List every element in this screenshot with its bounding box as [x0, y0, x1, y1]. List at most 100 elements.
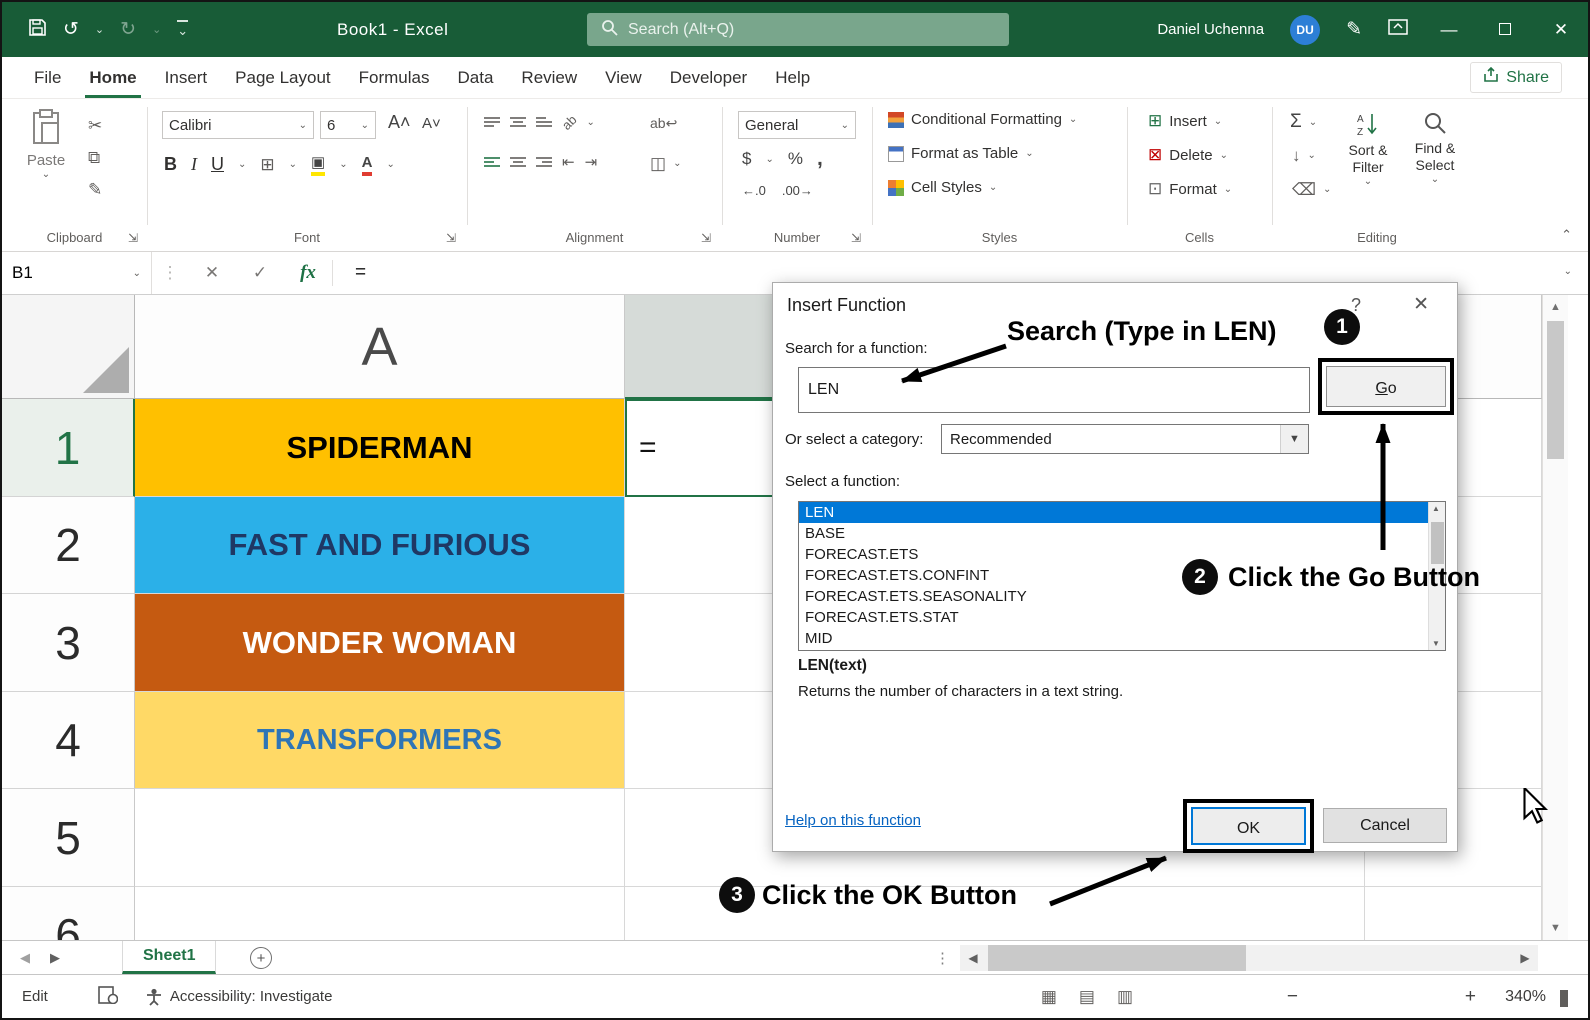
- accessibility-status[interactable]: Accessibility: Investigate: [146, 988, 333, 1006]
- cancel-button[interactable]: Cancel: [1323, 808, 1447, 843]
- function-item[interactable]: FORECAST.ETS.STAT: [799, 607, 1445, 628]
- align-left-icon[interactable]: [484, 156, 500, 169]
- zoom-in-icon[interactable]: +: [1465, 986, 1476, 1008]
- minimize-button[interactable]: —: [1434, 20, 1464, 40]
- insert-cells-button[interactable]: ⊞ Insert⌄: [1148, 111, 1222, 131]
- ribbon-display-options-icon[interactable]: [1388, 19, 1408, 40]
- delete-cells-button[interactable]: ⊠ Delete⌄: [1148, 145, 1228, 165]
- tab-review[interactable]: Review: [507, 57, 591, 98]
- conditional-formatting-button[interactable]: Conditional Formatting⌄: [888, 111, 1077, 128]
- page-layout-view-icon[interactable]: ▤: [1079, 987, 1095, 1007]
- number-dialog-launcher-icon[interactable]: ⇲: [851, 231, 861, 245]
- category-dropdown[interactable]: Recommended ▼: [941, 424, 1309, 454]
- normal-view-icon[interactable]: ▦: [1041, 987, 1057, 1007]
- autosum-icon[interactable]: Σ: [1290, 111, 1302, 133]
- zoom-out-icon[interactable]: −: [1287, 986, 1298, 1008]
- cell-styles-button[interactable]: Cell Styles⌄: [888, 179, 997, 196]
- tab-view[interactable]: View: [591, 57, 656, 98]
- format-painter-icon[interactable]: ✎: [88, 181, 102, 198]
- row-header-5[interactable]: 5: [2, 789, 135, 887]
- sheet-nav-right-icon[interactable]: ▶: [50, 950, 60, 966]
- format-as-table-button[interactable]: Format as Table⌄: [888, 145, 1034, 162]
- column-header-a[interactable]: A: [135, 295, 625, 399]
- function-item[interactable]: MID: [799, 628, 1445, 649]
- fill-color-icon[interactable]: ▣: [311, 153, 325, 176]
- find-select-button[interactable]: Find & Select ⌄: [1404, 111, 1466, 185]
- underline-chevron-icon[interactable]: ⌄: [238, 159, 246, 170]
- scroll-left-icon[interactable]: ◀: [960, 945, 986, 971]
- copy-icon[interactable]: ⧉: [88, 149, 100, 166]
- search-box[interactable]: Search (Alt+Q): [587, 13, 1009, 46]
- function-search-input[interactable]: LEN: [798, 367, 1310, 413]
- expand-formula-bar-chevron-icon[interactable]: ⌄: [1564, 266, 1572, 277]
- select-all-corner[interactable]: [2, 295, 135, 399]
- cell-a4[interactable]: TRANSFORMERS: [135, 692, 625, 789]
- cut-icon[interactable]: ✂: [88, 117, 102, 134]
- alignment-dialog-launcher-icon[interactable]: ⇲: [701, 231, 711, 245]
- horizontal-scrollbar-thumb[interactable]: [988, 945, 1246, 971]
- cell-a3[interactable]: WONDER WOMAN: [135, 594, 625, 692]
- collapse-ribbon-chevron-icon[interactable]: ⌃: [1561, 227, 1572, 243]
- category-dropdown-chevron-icon[interactable]: ▼: [1280, 425, 1308, 453]
- sheet-tab-sheet1[interactable]: Sheet1: [122, 941, 216, 974]
- save-icon[interactable]: [28, 18, 47, 41]
- help-on-function-link[interactable]: Help on this function: [785, 812, 921, 829]
- tab-home[interactable]: Home: [75, 57, 150, 98]
- cell-a6[interactable]: [135, 887, 625, 940]
- font-color-icon[interactable]: A: [362, 154, 373, 176]
- share-button[interactable]: Share: [1470, 62, 1562, 93]
- italic-button[interactable]: I: [191, 154, 197, 175]
- scroll-right-icon[interactable]: ▶: [1512, 945, 1538, 971]
- name-box-chevron-icon[interactable]: ⌄: [133, 268, 141, 279]
- comma-format-icon[interactable]: ,: [817, 147, 823, 171]
- macro-record-icon[interactable]: [98, 986, 118, 1008]
- avatar[interactable]: DU: [1290, 15, 1320, 45]
- zoom-slider-thumb[interactable]: [1560, 990, 1568, 1007]
- align-bottom-icon[interactable]: [536, 116, 552, 129]
- format-cells-button[interactable]: ⊡ Format⌄: [1148, 179, 1232, 199]
- tab-data[interactable]: Data: [444, 57, 508, 98]
- decrease-indent-icon[interactable]: ⇤: [562, 155, 575, 170]
- go-button[interactable]: Go: [1326, 366, 1446, 407]
- increase-decimal-icon[interactable]: ←.0: [742, 183, 766, 198]
- tab-developer[interactable]: Developer: [656, 57, 762, 98]
- align-top-icon[interactable]: [484, 116, 500, 129]
- font-size-combobox[interactable]: 6⌄: [320, 111, 376, 139]
- decrease-font-size-icon[interactable]: A˅: [422, 115, 441, 132]
- clipboard-dialog-launcher-icon[interactable]: ⇲: [128, 231, 138, 245]
- row-header-6[interactable]: 6: [2, 887, 135, 940]
- list-scroll-down-icon[interactable]: ▼: [1432, 639, 1440, 648]
- cancel-entry-icon[interactable]: ✕: [188, 263, 236, 283]
- decrease-decimal-icon[interactable]: .00→: [782, 183, 813, 198]
- cell-a2[interactable]: FAST AND FURIOUS: [135, 497, 625, 594]
- tab-insert[interactable]: Insert: [151, 57, 222, 98]
- row-header-3[interactable]: 3: [2, 594, 135, 692]
- paste-button[interactable]: Paste ⌄: [16, 109, 76, 180]
- bold-button[interactable]: B: [164, 154, 177, 175]
- sort-filter-button[interactable]: AZ Sort & Filter ⌄: [1338, 111, 1398, 187]
- tab-help[interactable]: Help: [761, 57, 824, 98]
- formula-content[interactable]: =: [333, 262, 366, 284]
- zoom-level[interactable]: 340%: [1505, 988, 1546, 1006]
- font-dialog-launcher-icon[interactable]: ⇲: [446, 231, 456, 245]
- row-header-1[interactable]: 1: [2, 399, 135, 497]
- orientation-icon[interactable]: ab: [559, 112, 580, 133]
- ok-button[interactable]: OK: [1191, 807, 1306, 845]
- align-right-icon[interactable]: [536, 156, 552, 169]
- tab-page-layout[interactable]: Page Layout: [221, 57, 344, 98]
- align-middle-icon[interactable]: [510, 116, 526, 129]
- sheet-nav-left-icon[interactable]: ◀: [20, 950, 30, 966]
- quick-access-toolbar-chevron-icon[interactable]: ⌄: [177, 20, 188, 39]
- vertical-scrollbar[interactable]: ▲ ▼: [1542, 295, 1568, 940]
- tab-scroll-divider-icon[interactable]: ⋮: [935, 949, 950, 967]
- increase-indent-icon[interactable]: ⇥: [585, 155, 598, 170]
- tab-formulas[interactable]: Formulas: [345, 57, 444, 98]
- increase-font-size-icon[interactable]: A˄: [388, 112, 411, 133]
- scroll-up-icon[interactable]: ▲: [1543, 301, 1568, 313]
- user-name[interactable]: Daniel Uchenna: [1157, 21, 1264, 38]
- new-sheet-button[interactable]: +: [250, 947, 272, 969]
- align-center-icon[interactable]: [510, 156, 526, 169]
- page-break-view-icon[interactable]: ▥: [1117, 987, 1133, 1007]
- undo-icon[interactable]: ↺: [63, 20, 79, 39]
- row-header-4[interactable]: 4: [2, 692, 135, 789]
